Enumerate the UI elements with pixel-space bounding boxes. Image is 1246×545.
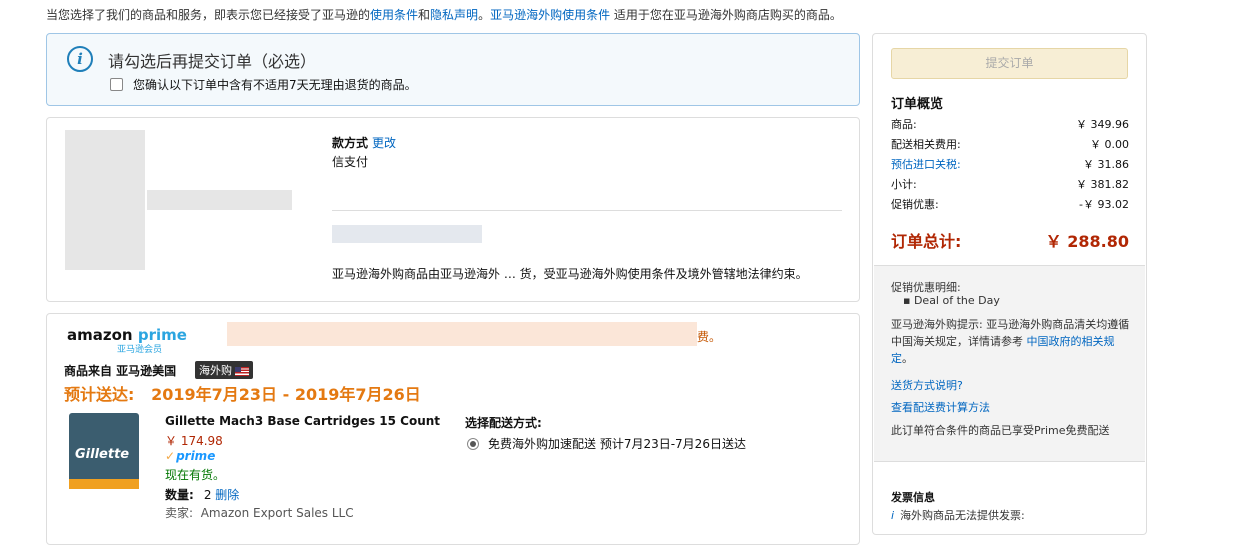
- payment-heading: 款方式 更改: [332, 136, 397, 150]
- invoice-title: 发票信息: [891, 491, 935, 504]
- divider: [332, 210, 842, 211]
- change-payment-link[interactable]: 更改: [372, 136, 396, 150]
- summary-row-duty: 预估进口关税: ￥ 31.86: [891, 156, 1129, 172]
- promo-item: ▪ Deal of the Day: [903, 294, 1000, 307]
- us-flag-icon: [235, 366, 249, 376]
- ship-method-heading: 选择配送方式:: [465, 416, 542, 430]
- top-terms-notice: 当您选择了我们的商品和服务，即表示您已经接受了亚马逊的使用条件和隐私声明。亚马逊…: [46, 8, 842, 22]
- prime-badge: ✓prime: [165, 449, 216, 463]
- ship-origin: 商品来自 亚马逊美国: [64, 364, 177, 378]
- shipment-box: amazon prime 亚马逊会员 费。 商品来自 亚马逊美国 海外购 预计送…: [46, 313, 860, 545]
- redacted-heading: [332, 225, 482, 243]
- promo-details-title: 促销优惠明细:: [891, 281, 961, 294]
- redacted-address: [65, 130, 145, 270]
- order-summary-panel: 提交订单 订单概览 商品: ￥ 349.96 配送相关费用: ￥ 0.00 预估进口…: [872, 33, 1147, 535]
- estimated-delivery: 预计送达: 2019年7月23日 - 2019年7月26日: [64, 385, 421, 404]
- confirm-notice-box: i 请勾选后再提交订单（必选） 您确认以下订单中含有不适用7天无理由退货的商品。: [46, 33, 860, 106]
- stock-status: 现在有货。: [165, 468, 226, 482]
- ship-fee-link[interactable]: 查看配送费计算方法: [891, 399, 990, 415]
- confirm-notice-title: 请勾选后再提交订单（必选）: [108, 52, 317, 71]
- seller-row: 卖家: Amazon Export Sales LLC: [165, 506, 354, 520]
- global-terms-link[interactable]: 亚马逊海外购使用条件: [490, 8, 610, 22]
- product-name[interactable]: Gillette Mach3 Base Cartridges 15 Count: [165, 414, 440, 428]
- info-icon: i: [67, 46, 93, 72]
- radio-button[interactable]: [467, 437, 479, 450]
- summary-row-subtotal: 小计: ￥ 381.82: [891, 178, 1129, 191]
- quantity-row: 数量: 2 删除: [165, 488, 240, 502]
- terms-link[interactable]: 使用条件: [370, 8, 418, 22]
- order-total: 订单总计: ￥ 288.80: [891, 232, 1129, 251]
- summary-row-items: 商品: ￥ 349.96: [891, 118, 1129, 131]
- product-image[interactable]: Gillette: [69, 413, 139, 489]
- prime-eligible-note: 此订单符合条件的商品已享受Prime免费配送: [891, 424, 1110, 437]
- prime-note: 费。: [697, 330, 722, 344]
- quantity-value[interactable]: 2: [204, 488, 212, 502]
- no-return-confirm-checkbox[interactable]: 您确认以下订单中含有不适用7天无理由退货的商品。: [110, 76, 417, 93]
- ship-option-radio[interactable]: 免费海外购加速配送 预计7月23日-7月26日送达: [467, 435, 746, 452]
- summary-row-promo: 促销优惠: -￥ 93.02: [891, 198, 1129, 211]
- place-order-button[interactable]: 提交订单: [891, 48, 1128, 79]
- ship-explain-link[interactable]: 送货方式说明?: [891, 377, 963, 393]
- info-icon: i: [891, 509, 895, 522]
- checkbox-label: 您确认以下订单中含有不适用7天无理由退货的商品。: [133, 78, 417, 92]
- summary-row-shipping: 配送相关费用: ￥ 0.00: [891, 138, 1129, 151]
- checkmark-icon: ✓: [165, 449, 176, 463]
- checkbox-box[interactable]: [110, 78, 123, 91]
- prime-member-label: 亚马逊会员: [117, 345, 163, 355]
- duty-link[interactable]: 预估进口关税:: [891, 156, 961, 172]
- summary-title: 订单概览: [891, 97, 944, 112]
- law-notice: 亚马逊海外购商品由亚马逊海外 … 货，受亚马逊海外购使用条件及境外管辖地法律约束…: [332, 267, 808, 281]
- global-store-badge: 海外购: [195, 361, 253, 379]
- redacted-prime-message: [227, 322, 697, 346]
- customs-tip: 亚马逊海外购提示: 亚马逊海外购商品清关均遵循中国海关规定，详情请参考 中国政府…: [891, 318, 1130, 365]
- delete-link[interactable]: 删除: [215, 488, 239, 502]
- redacted-address-line: [147, 190, 292, 210]
- address-payment-box: 款方式 更改 信支付 亚马逊海外购商品由亚马逊海外 … 货，受亚马逊海外购使用条件…: [46, 117, 860, 302]
- privacy-link[interactable]: 隐私声明: [430, 8, 478, 22]
- payment-method: 信支付: [332, 155, 369, 169]
- product-price: ￥ 174.98: [165, 434, 223, 448]
